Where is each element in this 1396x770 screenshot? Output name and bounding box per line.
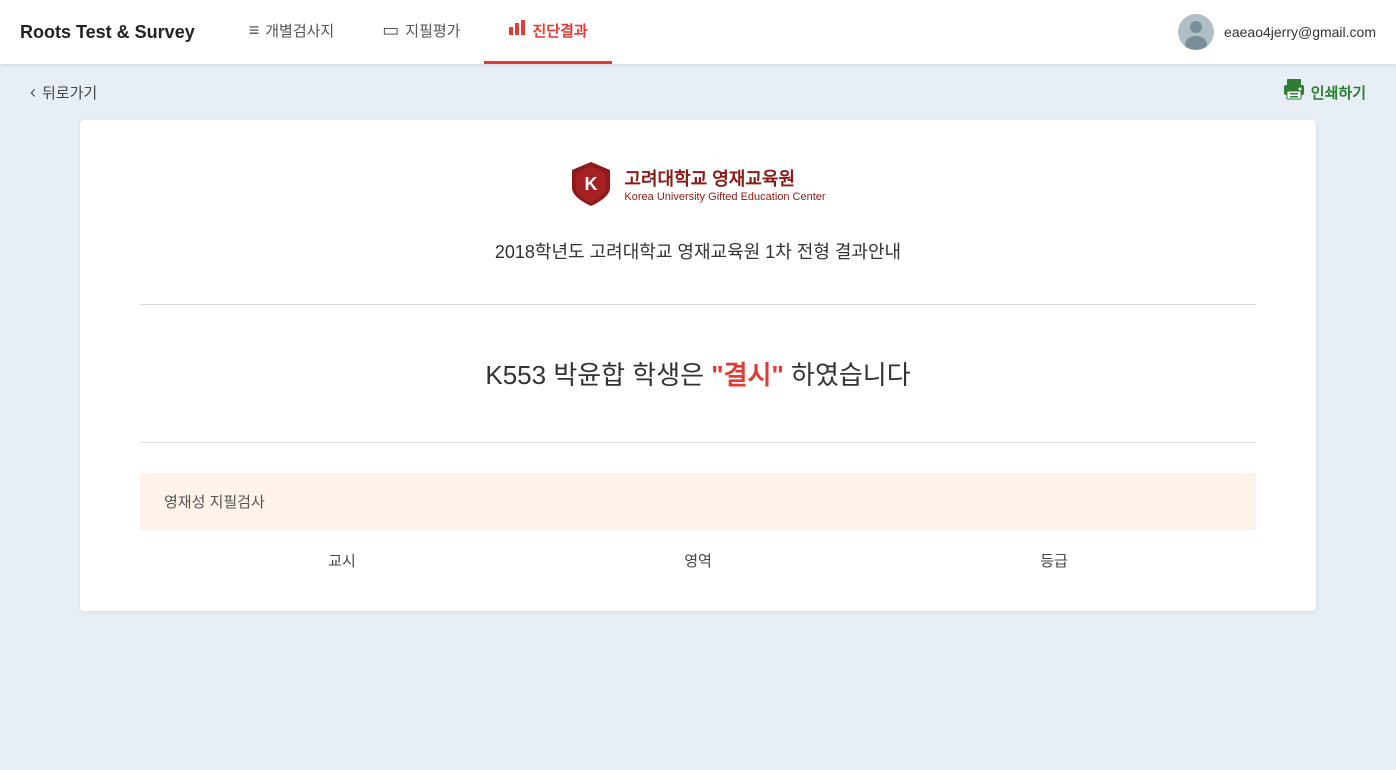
- divider-bottom: [140, 442, 1256, 443]
- table-header-area: 영역: [520, 550, 876, 571]
- user-area: eaeao4jerry@gmail.com: [1178, 14, 1376, 50]
- content-area: K 고려대학교 영재교육원 Korea University Gifted Ed…: [0, 120, 1396, 651]
- result-statement: K553 박윤합 학생은 "결시" 하였습니다: [140, 355, 1256, 392]
- user-email: eaeao4jerry@gmail.com: [1224, 24, 1376, 40]
- table-header-grade: 등급: [876, 550, 1232, 571]
- list-icon: ≡: [249, 20, 260, 41]
- doc-icon: ▭: [382, 20, 399, 41]
- logo-area: K 고려대학교 영재교육원 Korea University Gifted Ed…: [140, 160, 1256, 208]
- table-header-row: 교시 영역 등급: [140, 550, 1256, 571]
- table-header-period: 교시: [164, 550, 520, 571]
- announcement-title: 2018학년도 고려대학교 영재교육원 1차 전형 결과안내: [140, 238, 1256, 264]
- nav-diagnosis[interactable]: 진단결과: [484, 0, 611, 64]
- result-suffix: 하였습니다: [784, 360, 911, 390]
- printer-icon: [1283, 78, 1305, 106]
- avatar: [1178, 14, 1214, 50]
- app-header: Roots Test & Survey ≡ 개별검사지 ▭ 지필평가 진단결과: [0, 0, 1396, 64]
- toolbar: ‹ 뒤로가기 인쇄하기: [0, 64, 1396, 120]
- chevron-left-icon: ‹: [30, 82, 36, 103]
- shield-icon: K: [570, 160, 612, 208]
- org-name-en: Korea University Gifted Education Center: [624, 191, 825, 203]
- org-logo: K 고려대학교 영재교육원 Korea University Gifted Ed…: [570, 160, 825, 208]
- result-word: "결시": [711, 360, 784, 390]
- chart-icon: [508, 19, 526, 42]
- back-button[interactable]: ‹ 뒤로가기: [30, 82, 97, 103]
- section-label: 영재성 지필검사: [164, 494, 265, 511]
- nav-written[interactable]: ▭ 지필평가: [358, 0, 484, 64]
- nav-individual[interactable]: ≡ 개별검사지: [225, 0, 359, 64]
- result-prefix: K553 박윤합 학생은: [485, 360, 711, 390]
- app-logo: Roots Test & Survey: [20, 22, 195, 43]
- print-button[interactable]: 인쇄하기: [1283, 78, 1366, 106]
- org-name-kr: 고려대학교 영재교육원: [624, 165, 825, 191]
- org-name-area: 고려대학교 영재교육원 Korea University Gifted Educ…: [624, 165, 825, 203]
- svg-text:K: K: [585, 174, 598, 194]
- divider-top: [140, 304, 1256, 305]
- result-card: K 고려대학교 영재교육원 Korea University Gifted Ed…: [80, 120, 1316, 611]
- section-box: 영재성 지필검사: [140, 473, 1256, 530]
- main-nav: ≡ 개별검사지 ▭ 지필평가 진단결과: [225, 0, 1178, 64]
